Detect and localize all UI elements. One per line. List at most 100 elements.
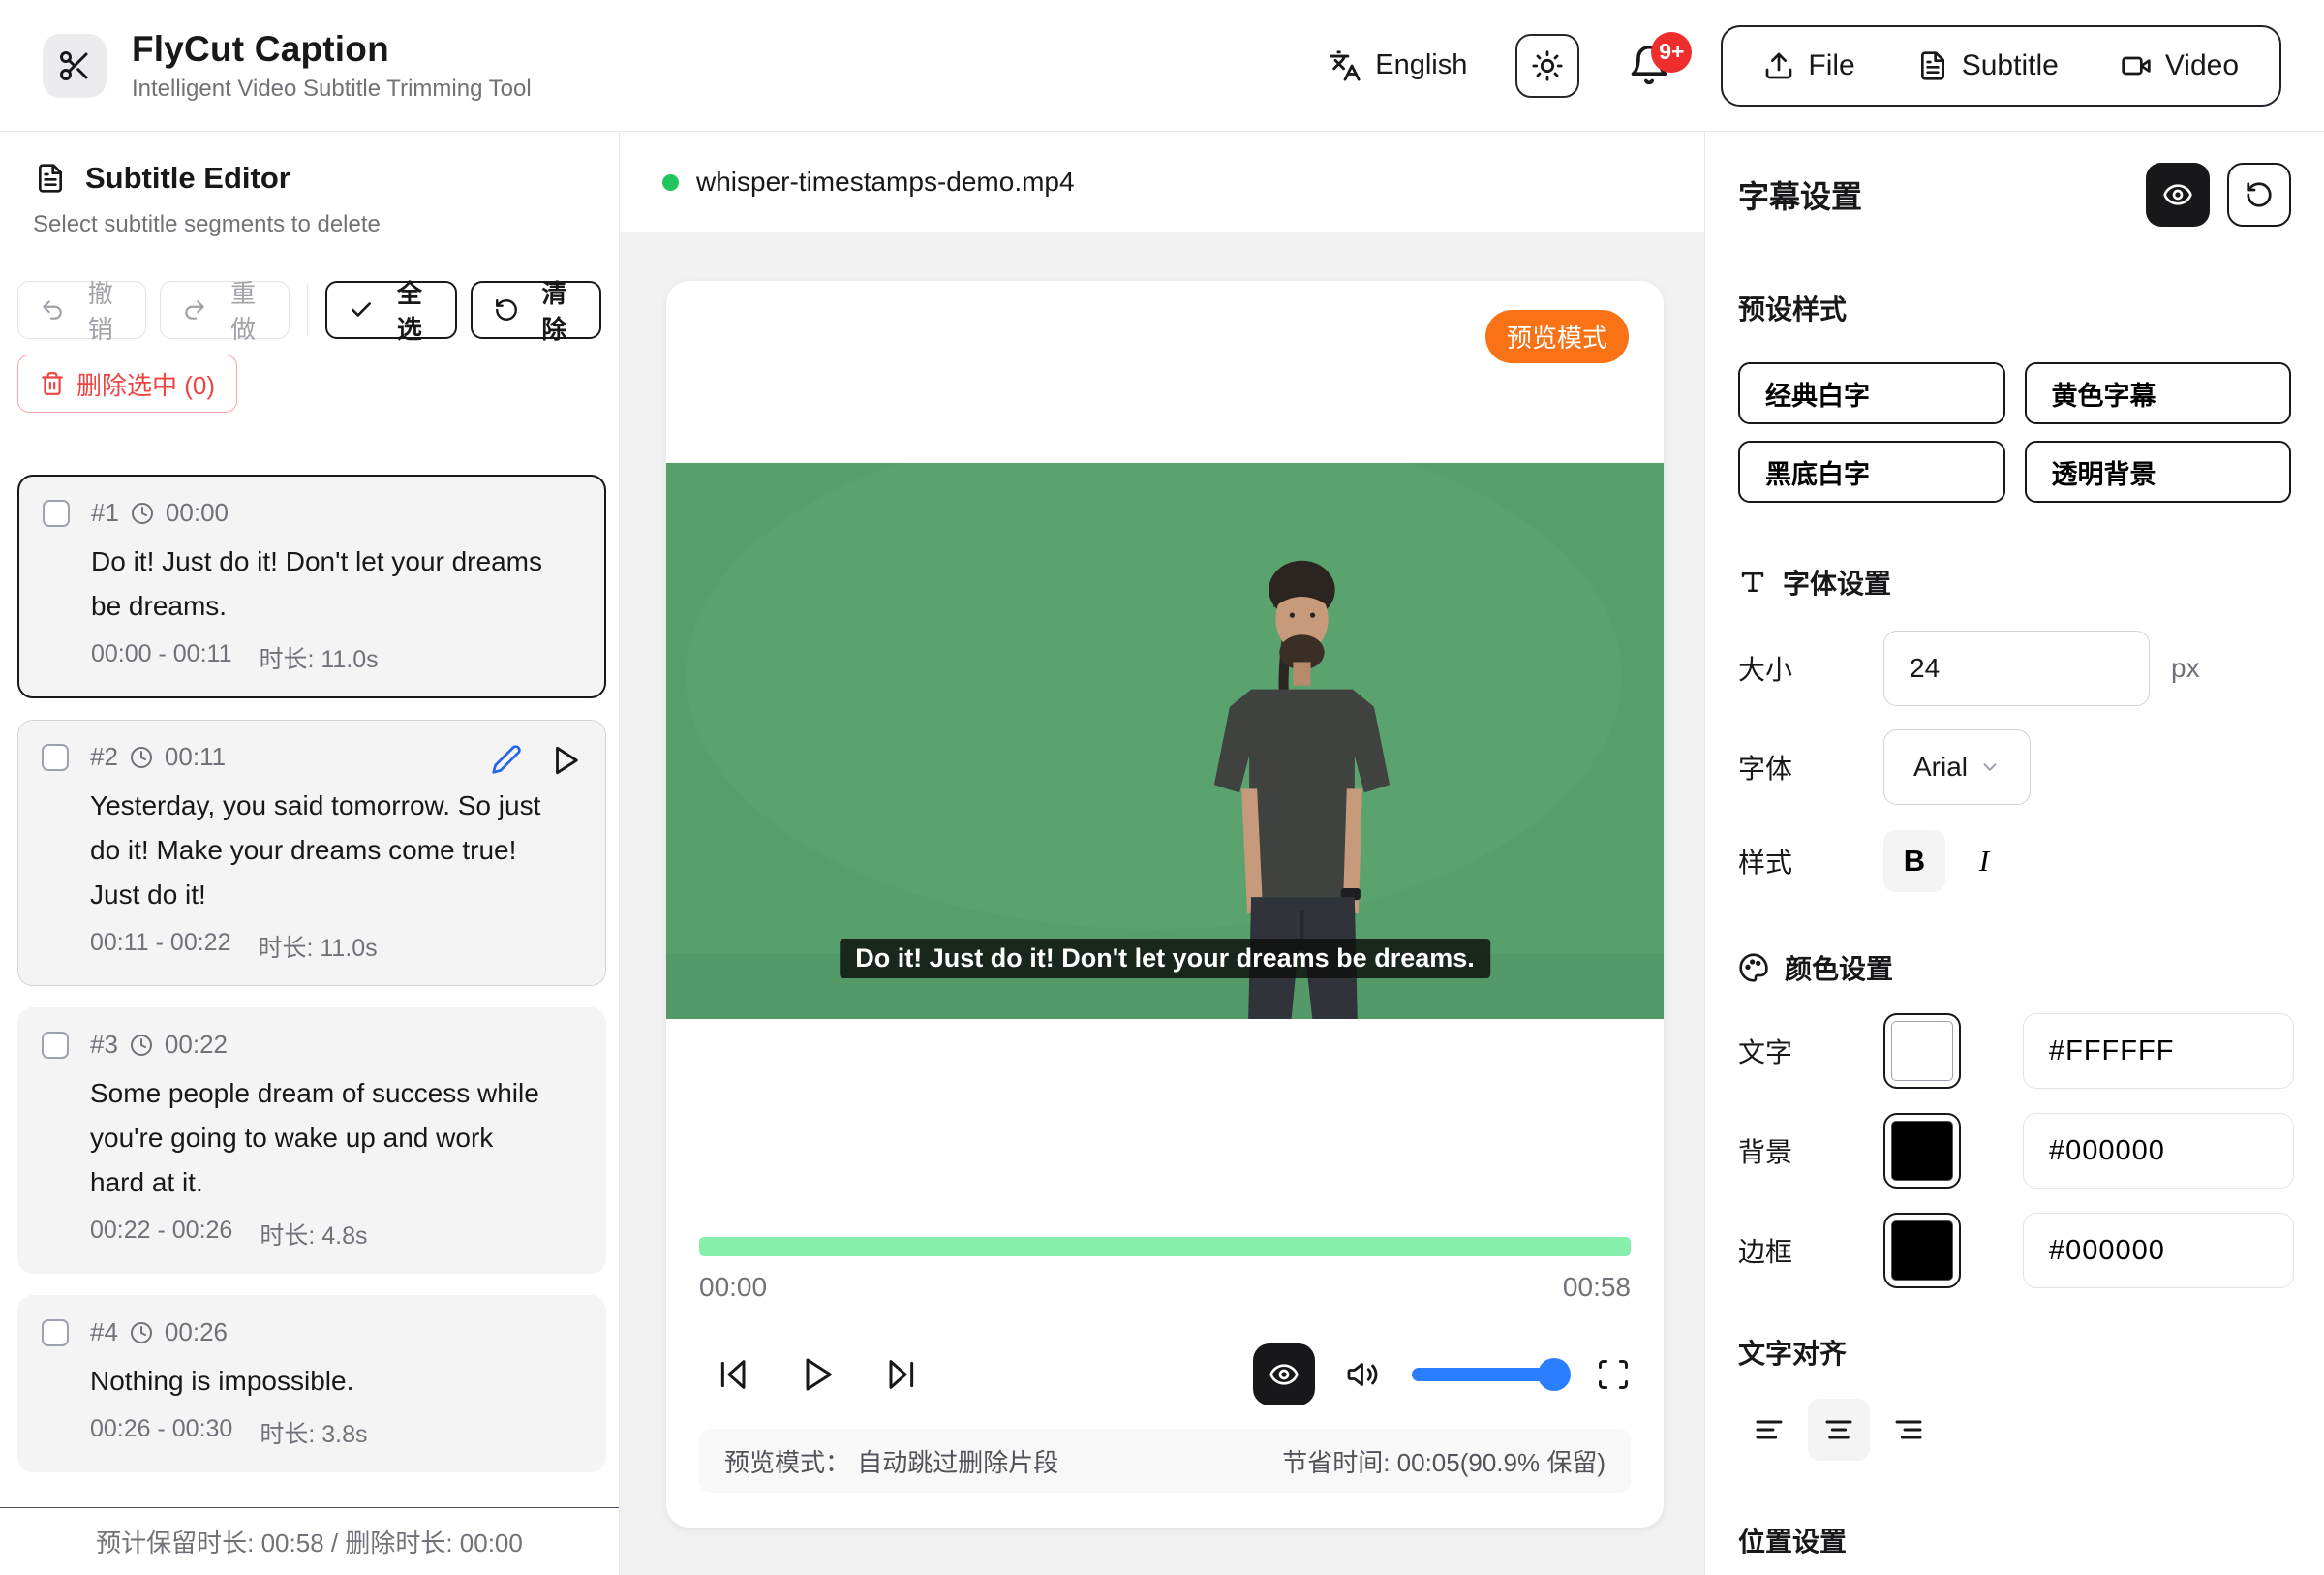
align-center-button[interactable]	[1808, 1399, 1870, 1461]
duration-summary: 预计保留时长: 00:58 / 删除时长: 00:00	[0, 1507, 619, 1575]
text-color-swatch[interactable]	[1883, 1013, 1961, 1089]
font-family-select[interactable]: Arial	[1883, 729, 2031, 805]
file-bar: whisper-timestamps-demo.mp4	[620, 132, 1704, 232]
volume-button[interactable]	[1346, 1357, 1381, 1392]
align-right-icon	[1893, 1414, 1924, 1445]
font-section-label: 字体设置	[1783, 563, 1891, 602]
language-label: English	[1375, 49, 1467, 81]
segment-card-1[interactable]: #1 00:00 Do it! Just do it! Don't let yo…	[17, 475, 606, 698]
segment-start-time: 00:11	[165, 742, 226, 772]
delete-selected-button[interactable]: 删除选中 (0)	[17, 355, 237, 413]
preset-section-label: 预设样式	[1738, 289, 2291, 327]
preset-yellow-subtitle[interactable]: 黄色字幕	[2025, 362, 2292, 424]
clock-icon	[130, 1034, 153, 1057]
video-still	[666, 463, 1664, 1019]
subtitle-editor-panel: Subtitle Editor Select subtitle segments…	[0, 132, 620, 1575]
segment-duration: 时长: 11.0s	[259, 640, 378, 675]
delete-selected-label: 删除选中 (0)	[76, 366, 215, 402]
segment-card-2[interactable]: #2 00:11 Yesterday, you said tomorrow. S…	[17, 720, 606, 986]
segment-list[interactable]: #1 00:00 Do it! Just do it! Don't let yo…	[0, 413, 619, 1507]
undo-button[interactable]: 撤销	[17, 281, 146, 339]
clock-icon	[130, 746, 153, 769]
app-subtitle: Intelligent Video Subtitle Trimming Tool	[132, 76, 532, 103]
font-size-input[interactable]	[1883, 631, 2150, 706]
rotate-ccw-icon	[2245, 180, 2274, 209]
subtitle-visibility-button[interactable]	[2146, 163, 2210, 227]
fullscreen-button[interactable]	[1596, 1357, 1631, 1392]
theme-toggle-button[interactable]	[1515, 34, 1579, 98]
bg-color-swatch[interactable]	[1883, 1113, 1961, 1189]
segment-duration: 时长: 4.8s	[260, 1217, 367, 1251]
bold-toggle-button[interactable]: B	[1883, 830, 1945, 892]
eye-icon	[1269, 1359, 1300, 1390]
text-color-input[interactable]	[2023, 1013, 2294, 1089]
video-button-label: Video	[2165, 49, 2239, 82]
undo-icon	[40, 297, 65, 323]
video-filename: whisper-timestamps-demo.mp4	[696, 167, 1075, 198]
panel-title: Subtitle Editor	[85, 161, 290, 196]
border-color-input[interactable]	[2023, 1213, 2294, 1288]
play-button[interactable]	[798, 1355, 837, 1394]
preview-status-bar: 预览模式： 自动跳过删除片段 节省时间: 00:05(90.9% 保留)	[699, 1429, 1631, 1493]
progress-bar[interactable]	[699, 1237, 1631, 1256]
languages-icon	[1329, 49, 1361, 82]
redo-button[interactable]: 重做	[160, 281, 289, 339]
chevron-down-icon	[1979, 757, 2001, 778]
segment-2-checkbox[interactable]	[42, 744, 69, 771]
play-icon	[798, 1355, 837, 1394]
file-button-label: File	[1808, 49, 1854, 82]
app-header: FlyCut Caption Intelligent Video Subtitl…	[0, 0, 2324, 132]
border-color-label: 边框	[1738, 1231, 1883, 1270]
select-all-button[interactable]: 全选	[325, 281, 456, 339]
settings-title: 字幕设置	[1738, 172, 1862, 217]
segment-range: 00:00 - 00:11	[91, 640, 231, 675]
subtitle-button[interactable]: Subtitle	[1890, 49, 2086, 82]
preset-transparent-bg[interactable]: 透明背景	[2025, 441, 2292, 503]
total-time: 00:58	[1563, 1272, 1631, 1303]
volume-slider[interactable]	[1412, 1368, 1565, 1381]
segment-card-4[interactable]: #4 00:26 Nothing is impossible. 00:26 - …	[17, 1295, 606, 1472]
file-button[interactable]: File	[1736, 49, 1881, 82]
document-icon	[35, 163, 66, 194]
color-section-label: 颜色设置	[1785, 948, 1893, 987]
preset-classic-white[interactable]: 经典白字	[1738, 362, 2005, 424]
segment-1-checkbox[interactable]	[43, 500, 70, 527]
bg-color-input[interactable]	[2023, 1113, 2294, 1189]
preview-mode-status: 预览模式： 自动跳过删除片段	[724, 1443, 1058, 1479]
preset-white-on-black[interactable]: 黑底白字	[1738, 441, 2005, 503]
segment-text: Nothing is impossible.	[90, 1359, 368, 1404]
redo-label: 重做	[219, 274, 266, 346]
volume-slider-thumb[interactable]	[1538, 1358, 1571, 1391]
video-camera-icon	[2121, 50, 2152, 81]
border-color-swatch[interactable]	[1883, 1213, 1961, 1288]
clear-button[interactable]: 清除	[471, 281, 601, 339]
clear-label: 清除	[531, 274, 578, 346]
app-logo	[43, 34, 107, 98]
skip-forward-icon	[881, 1355, 920, 1394]
next-segment-button[interactable]	[881, 1355, 920, 1394]
notifications-button[interactable]: 9+	[1628, 44, 1672, 88]
file-text-icon	[1917, 50, 1948, 81]
segment-3-checkbox[interactable]	[42, 1032, 69, 1059]
upload-icon	[1763, 50, 1794, 81]
subtitle-overlay: Do it! Just do it! Don't let your dreams…	[840, 939, 1490, 978]
segment-range: 00:11 - 00:22	[90, 929, 230, 964]
video-button[interactable]: Video	[2094, 49, 2266, 82]
preview-toggle-button[interactable]	[1253, 1343, 1315, 1405]
align-left-button[interactable]	[1738, 1399, 1800, 1461]
segment-card-3[interactable]: #3 00:22 Some people dream of success wh…	[17, 1007, 606, 1274]
play-segment-button[interactable]	[549, 744, 582, 777]
style-label: 样式	[1738, 842, 1883, 880]
segment-duration: 时长: 11.0s	[258, 929, 377, 964]
segment-range: 00:26 - 00:30	[90, 1415, 232, 1450]
previous-segment-button[interactable]	[715, 1355, 753, 1394]
italic-toggle-button[interactable]: I	[1953, 830, 2015, 892]
align-right-button[interactable]	[1878, 1399, 1940, 1461]
video-frame[interactable]: Do it! Just do it! Don't let your dreams…	[666, 463, 1664, 1019]
language-switcher[interactable]: English	[1329, 49, 1467, 82]
segment-4-checkbox[interactable]	[42, 1319, 69, 1346]
edit-segment-button[interactable]	[491, 744, 522, 777]
reset-style-button[interactable]	[2227, 163, 2291, 227]
redo-icon	[182, 297, 207, 323]
toolbar-divider	[307, 284, 308, 336]
